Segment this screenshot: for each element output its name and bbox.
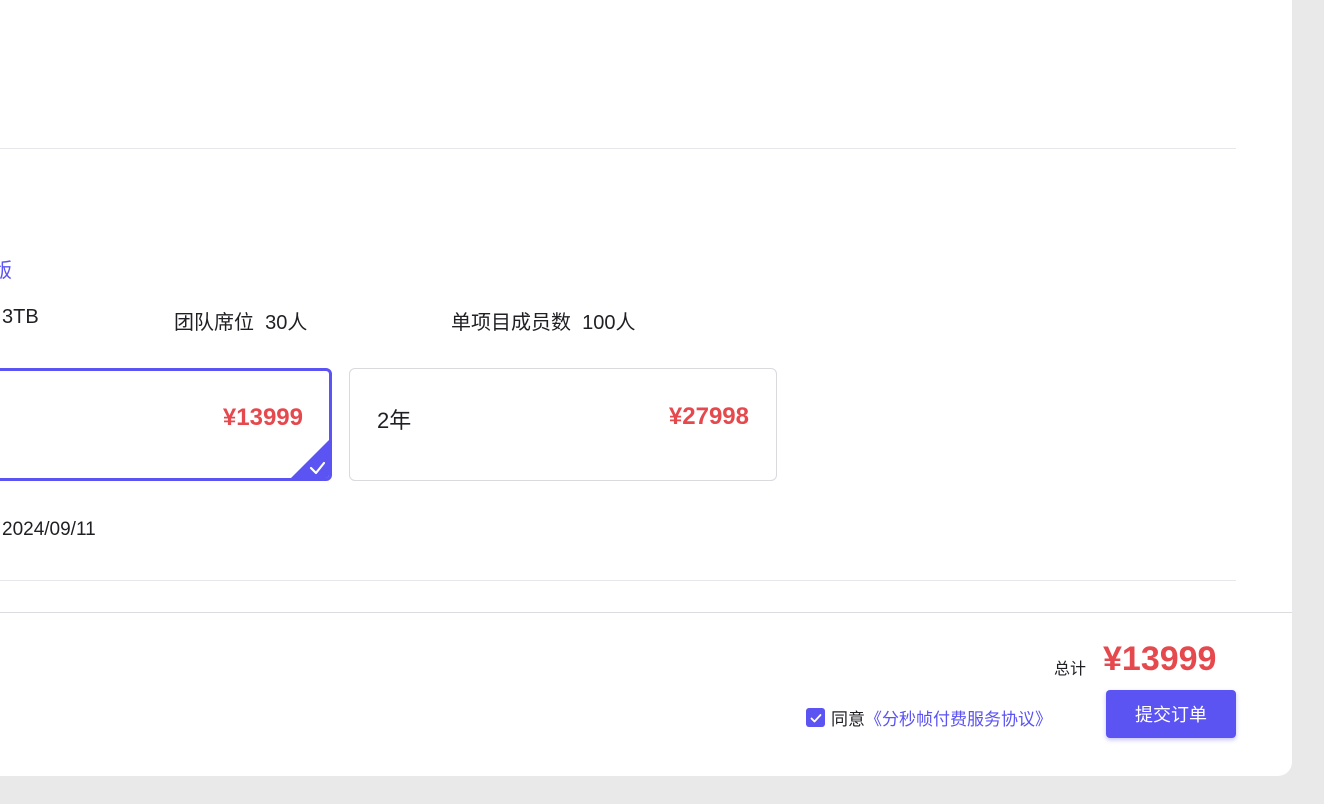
- divider-footer: [0, 612, 1292, 613]
- spec-storage-value: 3TB: [2, 306, 39, 328]
- spec-team-seats: 团队席位 30人: [174, 306, 307, 335]
- divider-middle: [0, 580, 1236, 581]
- order-card: 版 3TB 团队席位 30人 单项目成员数 100人 ¥13999 2年 ¥27…: [0, 0, 1292, 776]
- spec-project-members: 单项目成员数 100人: [451, 306, 636, 335]
- spec-storage: 3TB: [2, 306, 39, 329]
- agree-checkbox[interactable]: [806, 708, 825, 727]
- expire-date: 2024/09/11: [2, 519, 96, 540]
- duration-option-2-year[interactable]: 2年 ¥27998: [349, 368, 777, 481]
- total-value: ¥13999: [1103, 640, 1217, 678]
- duration-price: ¥13999: [222, 404, 303, 431]
- spec-team-seats-value: 30人: [265, 312, 308, 334]
- duration-label: 2年: [377, 408, 412, 433]
- plan-name: 版: [0, 260, 12, 282]
- spec-team-seats-label: 团队席位: [174, 312, 254, 334]
- total-label: 总计: [1054, 661, 1087, 678]
- spec-project-members-value: 100人: [582, 312, 636, 334]
- divider-top: [0, 148, 1236, 149]
- submit-order-button[interactable]: 提交订单: [1106, 690, 1236, 738]
- agreement-row: 同意 《分秒帧付费服务协议》: [806, 705, 1052, 730]
- agreement-link[interactable]: 《分秒帧付费服务协议》: [865, 705, 1052, 730]
- spec-project-members-label: 单项目成员数: [451, 312, 571, 334]
- duration-price: ¥27998: [668, 403, 749, 430]
- agree-text: 同意: [831, 710, 865, 729]
- selected-check-icon: [291, 440, 329, 478]
- checkmark-icon: [810, 713, 821, 722]
- duration-option-1-year[interactable]: ¥13999: [0, 368, 332, 481]
